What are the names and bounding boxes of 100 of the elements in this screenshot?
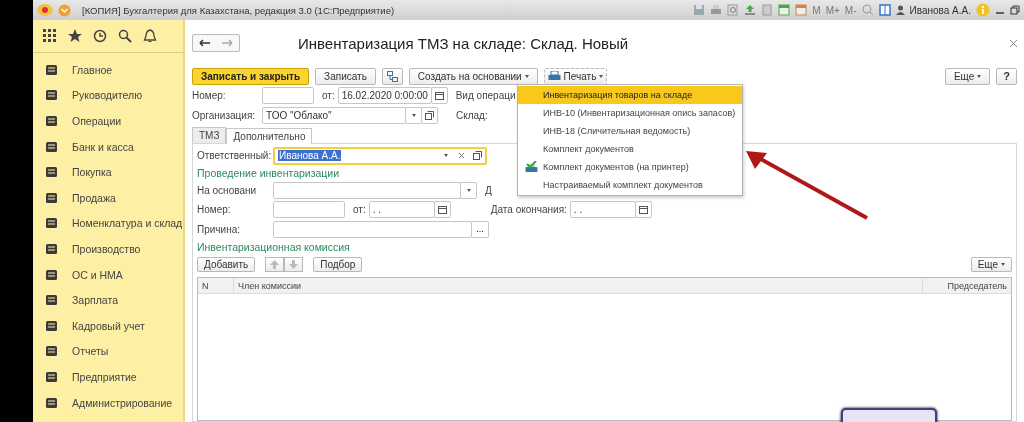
section-icon: [46, 371, 57, 382]
document-icon[interactable]: [761, 4, 774, 16]
tab[interactable]: ТМЗ: [192, 127, 227, 143]
menu-item[interactable]: ИНВ-10 (Инвентаризационная опись запасов): [518, 104, 742, 122]
user-icon: [895, 5, 905, 15]
calendar-icon: [638, 205, 648, 215]
sidebar-item[interactable]: ОС и НМА: [33, 261, 183, 288]
section-icon: [46, 320, 57, 331]
menu-item[interactable]: ИНВ-18 (Сличительная ведомость): [518, 122, 742, 140]
structure-button[interactable]: [381, 67, 403, 85]
dropdown-button[interactable]: [460, 181, 477, 199]
close-icon[interactable]: [1010, 39, 1017, 47]
field-label: Склад:: [456, 109, 488, 121]
pick-button[interactable]: Подбор: [313, 257, 363, 272]
select-button[interactable]: ...: [471, 220, 489, 238]
section-icon: [46, 269, 57, 280]
zoom-icon[interactable]: [861, 4, 874, 16]
add-button[interactable]: Добавить: [197, 257, 256, 272]
section-icon: [46, 295, 57, 306]
logo-icon: [37, 4, 53, 16]
field-label: Ответственный:: [197, 150, 273, 162]
window-icon[interactable]: [473, 151, 482, 161]
field-label: Номер:: [192, 90, 227, 102]
create-based-on-button[interactable]: Создать на основании: [408, 67, 538, 85]
end-date-field[interactable]: . .: [569, 201, 636, 219]
organization-field[interactable]: ТОО "Облако": [262, 106, 406, 124]
reason-field[interactable]: [273, 220, 472, 238]
more-button[interactable]: Еще: [944, 67, 991, 85]
section-icon: [46, 64, 57, 75]
sidebar-item[interactable]: Продажа: [33, 184, 183, 211]
section-icon: [46, 167, 57, 178]
section-icon: [46, 90, 57, 101]
star-icon[interactable]: [68, 29, 82, 43]
sidebar-item[interactable]: Кадровый учет: [33, 312, 183, 339]
bell-icon[interactable]: [143, 29, 157, 43]
menu-item[interactable]: Настраиваемый комплект документов: [518, 176, 742, 194]
apps-icon[interactable]: [43, 29, 57, 43]
memory-button[interactable]: M-: [844, 4, 857, 16]
section-icon: [46, 192, 57, 203]
structure-icon: [386, 70, 398, 82]
upload-icon[interactable]: [744, 4, 757, 16]
responsible-field[interactable]: Иванова А.А.: [273, 146, 487, 165]
info-icon[interactable]: [976, 3, 990, 17]
menu-icon[interactable]: [58, 3, 71, 17]
history-icon[interactable]: [93, 29, 107, 43]
menu-item[interactable]: Комплект документов (на принтер): [518, 158, 742, 176]
sidebar-item[interactable]: Отчеты: [33, 338, 183, 365]
panel-icon[interactable]: [878, 4, 891, 16]
calendar-button[interactable]: [430, 87, 448, 105]
move-up-button[interactable]: [265, 257, 285, 272]
basis-field[interactable]: [273, 181, 461, 199]
restore-icon[interactable]: [1010, 5, 1020, 15]
date-field[interactable]: . .: [368, 201, 435, 219]
field-label: Вид операци: [455, 90, 516, 102]
preview-icon[interactable]: [727, 4, 740, 16]
printer-icon: [525, 161, 538, 173]
sidebar-item[interactable]: Банк и касса: [33, 133, 183, 160]
column-header[interactable]: N: [198, 278, 234, 293]
save-and-close-button[interactable]: Записать и закрыть: [192, 67, 310, 85]
sidebar-item[interactable]: Производство: [33, 236, 183, 262]
menu-item[interactable]: Комплект документов: [518, 140, 742, 158]
save-button[interactable]: Записать: [315, 67, 376, 85]
section-icon: [46, 218, 57, 229]
tab[interactable]: Дополнительно: [226, 128, 313, 144]
calendar-button[interactable]: [433, 201, 451, 219]
move-down-button[interactable]: [284, 257, 304, 272]
section-heading: Инвентаризационная комиссия: [197, 239, 350, 254]
sidebar-item[interactable]: Главное: [33, 57, 183, 83]
date-field[interactable]: 16.02.2020 0:00:00: [337, 87, 432, 105]
number-field[interactable]: [273, 201, 345, 219]
sidebar-item[interactable]: Номенклатура и склад: [33, 210, 183, 237]
print-icon[interactable]: [710, 4, 723, 16]
forward-icon[interactable]: [221, 39, 233, 47]
sidebar-item[interactable]: Покупка: [33, 159, 183, 185]
field-label: от:: [322, 90, 335, 102]
sidebar-item[interactable]: Руководителю: [33, 82, 183, 109]
clear-icon[interactable]: [458, 152, 465, 160]
search-icon[interactable]: [118, 29, 132, 43]
section-icon: [46, 243, 57, 254]
open-button[interactable]: [421, 106, 438, 124]
number-field[interactable]: [262, 87, 314, 105]
column-header[interactable]: Председатель: [923, 278, 1011, 293]
menu-item[interactable]: Инвентаризация товаров на складе: [518, 86, 742, 104]
save-icon[interactable]: [693, 4, 706, 16]
calendar-icon: [434, 91, 444, 101]
more-button[interactable]: Еще: [970, 257, 1012, 272]
calendar-button[interactable]: [634, 201, 652, 219]
calendar-icon[interactable]: [795, 4, 808, 16]
field-label: от:: [353, 204, 366, 216]
section-heading: Проведение инвентаризации: [197, 166, 340, 181]
back-icon[interactable]: [199, 39, 211, 47]
sidebar-item[interactable]: Предприятие: [33, 364, 183, 390]
print-button[interactable]: Печать: [543, 67, 608, 85]
column-header[interactable]: Член комиссии: [234, 278, 923, 293]
help-button[interactable]: ?: [996, 67, 1017, 85]
sidebar-item[interactable]: Администрирование: [33, 389, 183, 416]
sidebar-item[interactable]: Зарплата: [33, 287, 183, 313]
user-name[interactable]: Иванова А.А.: [909, 4, 971, 16]
sidebar-item[interactable]: Операции: [33, 108, 183, 134]
section-icon: [46, 397, 57, 408]
